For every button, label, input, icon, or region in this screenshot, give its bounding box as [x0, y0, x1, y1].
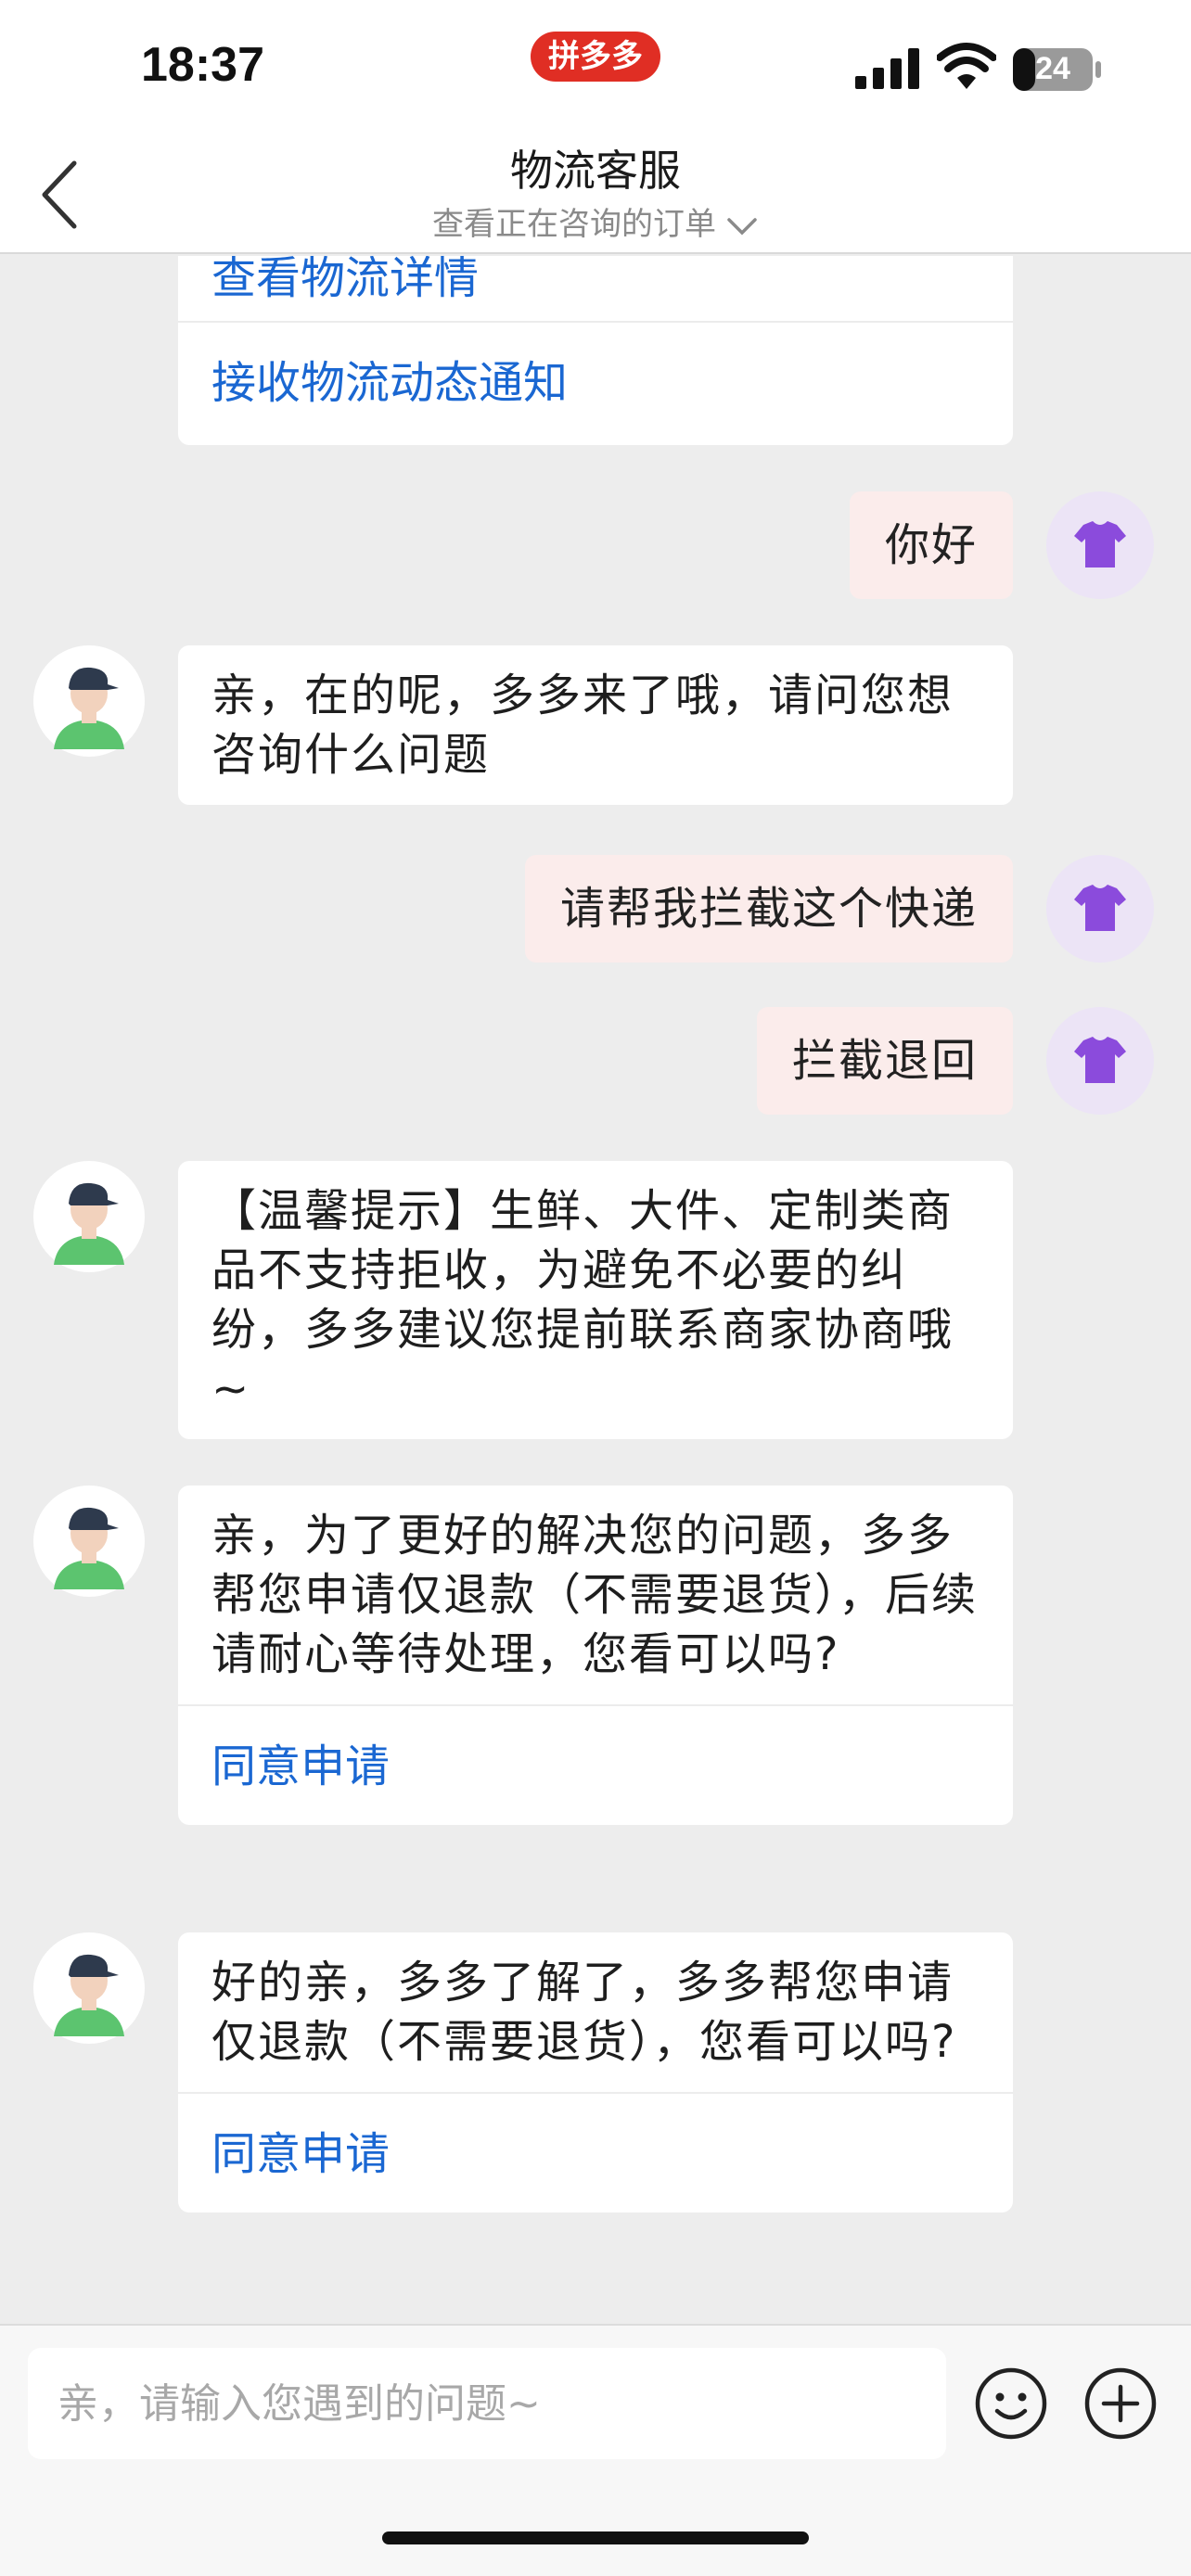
tshirt-icon [1046, 491, 1154, 599]
chat-area[interactable]: 查看物流详情 接收物流动态通知 你好 亲，在的呢，多多来了哦，请问您想咨询什么问… [0, 256, 1191, 2324]
user-message: 拦截退回 [756, 1007, 1013, 1115]
tshirt-icon [1046, 855, 1154, 963]
agree-apply-button[interactable]: 同意申请 [178, 2092, 1013, 2213]
agent-message-text: 【温馨提示】生鲜、大件、定制类商品不支持拒收，为避免不必要的纠纷，多多建议您提前… [211, 1185, 954, 1415]
agent-message: 好的亲，多多了解了，多多帮您申请仅退款（不需要退货），您看可以吗? 同意申请 [178, 1932, 1013, 2213]
home-indicator[interactable] [382, 2531, 809, 2544]
tshirt-icon [1046, 1007, 1154, 1115]
logistics-notify-link[interactable]: 接收物流动态通知 [178, 323, 1013, 443]
battery-level: 24 [1035, 51, 1070, 86]
chevron-down-icon [727, 217, 757, 235]
order-selector-label: 查看正在咨询的订单 [432, 206, 716, 243]
message-input[interactable] [28, 2348, 946, 2459]
agent-message: 【温馨提示】生鲜、大件、定制类商品不支持拒收，为避免不必要的纠纷，多多建议您提前… [178, 1161, 1013, 1439]
user-message: 请帮我拦截这个快递 [524, 855, 1013, 963]
wifi-icon [937, 43, 996, 89]
emoji-icon[interactable] [974, 2366, 1048, 2441]
agent-message-text: 亲，在的呢，多多来了哦，请问您想咨询什么问题 [211, 670, 954, 781]
nav-header: 物流客服 查看正在咨询的订单 [0, 130, 1191, 254]
user-message: 你好 [849, 491, 1013, 599]
logistics-links-card: 查看物流详情 接收物流动态通知 [178, 256, 1013, 445]
page-title: 物流客服 [510, 146, 681, 196]
app-badge: 拼多多 [531, 32, 660, 82]
view-logistics-link[interactable]: 查看物流详情 [178, 256, 1013, 323]
agree-apply-button[interactable]: 同意申请 [178, 1704, 1013, 1825]
agent-message: 亲，为了更好的解决您的问题，多多帮您申请仅退款（不需要退货），后续请耐心等待处理… [178, 1486, 1013, 1825]
agent-message: 亲，在的呢，多多来了哦，请问您想咨询什么问题 [178, 645, 1013, 805]
order-selector[interactable]: 查看正在咨询的订单 [0, 198, 1191, 244]
agent-avatar-icon [33, 1161, 145, 1272]
signal-icon [855, 48, 919, 89]
agent-avatar-icon [33, 1932, 145, 2044]
status-bar: 18:37 拼多多 24 [0, 0, 1191, 130]
status-time: 18:37 [141, 38, 264, 92]
agent-avatar-icon [33, 1486, 145, 1597]
agent-message-text: 好的亲，多多了解了，多多帮您申请仅退款（不需要退货），您看可以吗? [211, 1957, 957, 2068]
plus-icon[interactable] [1083, 2366, 1158, 2441]
agent-avatar-icon [33, 645, 145, 757]
agent-message-text: 亲，为了更好的解决您的问题，多多帮您申请仅退款（不需要退货），后续请耐心等待处理… [211, 1510, 979, 1680]
